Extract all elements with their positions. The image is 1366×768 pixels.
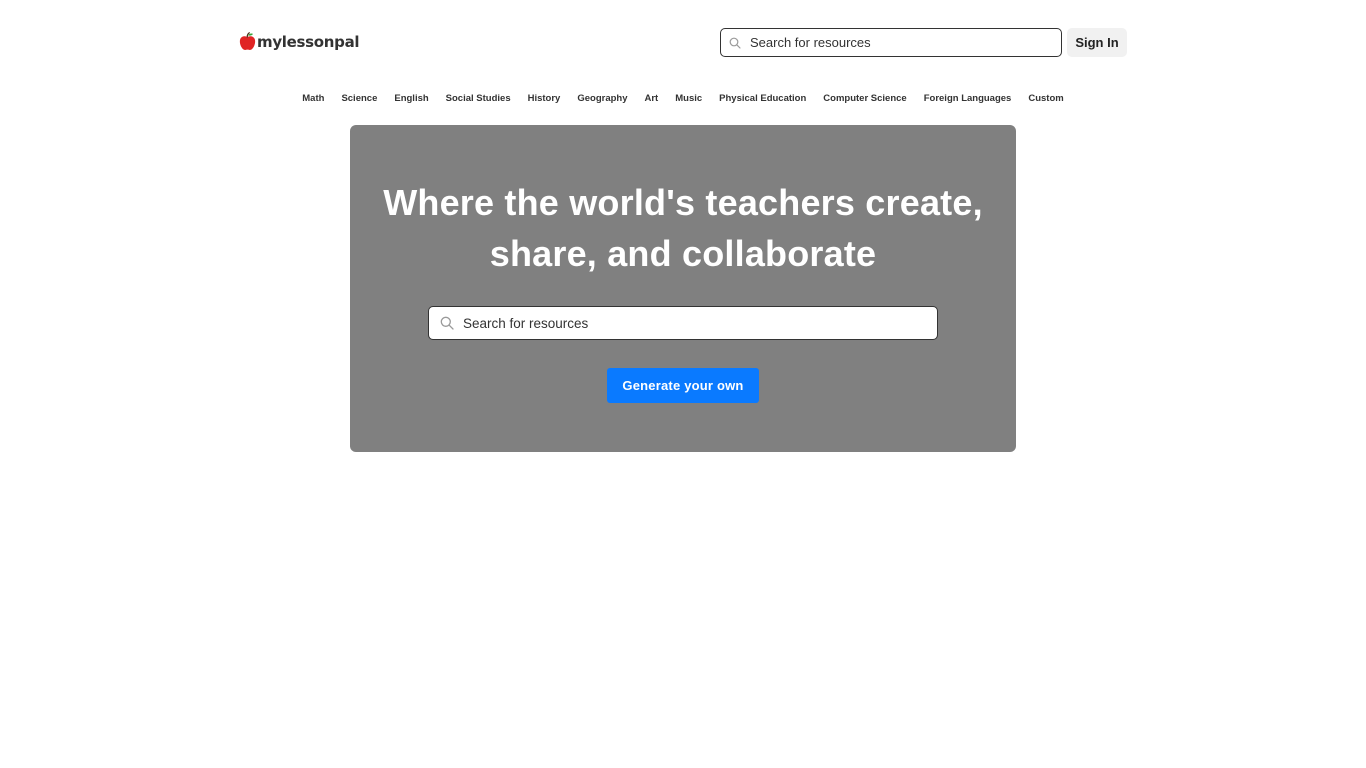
header-search-input[interactable] [750,35,1040,50]
subject-nav: Math Science English Social Studies Hist… [0,93,1366,105]
search-icon [440,316,454,330]
subject-link-science[interactable]: Science [341,93,377,105]
header-search-bar[interactable] [720,28,1062,57]
generate-your-own-button[interactable]: Generate your own [607,368,759,403]
subject-link-custom[interactable]: Custom [1028,93,1063,105]
hero-title: Where the world's teachers create, share… [350,177,1016,279]
search-icon [729,37,741,49]
subject-link-history[interactable]: History [528,93,561,105]
hero-title-line-1: Where the world's teachers create, [383,182,983,223]
subject-link-social-studies[interactable]: Social Studies [446,93,511,105]
subject-link-art[interactable]: Art [645,93,659,105]
page: mylessonpal Sign In Math Science English… [0,0,1366,768]
hero-title-line-2: share, and collaborate [489,233,877,274]
subject-link-music[interactable]: Music [675,93,702,105]
hero-search-input[interactable] [463,315,923,331]
sign-in-button[interactable]: Sign In [1067,28,1127,57]
apple-icon [239,32,256,50]
site-logo[interactable]: mylessonpal [239,32,360,51]
hero-search-bar[interactable] [428,306,938,340]
hero-banner: Where the world's teachers create, share… [350,125,1016,452]
subject-link-geography[interactable]: Geography [577,93,627,105]
subject-link-computer-science[interactable]: Computer Science [823,93,906,105]
subject-link-english[interactable]: English [394,93,428,105]
subject-link-physical-education[interactable]: Physical Education [719,93,806,105]
subject-link-foreign-languages[interactable]: Foreign Languages [924,93,1012,105]
subject-link-math[interactable]: Math [302,93,324,105]
logo-text: mylessonpal [257,32,360,51]
